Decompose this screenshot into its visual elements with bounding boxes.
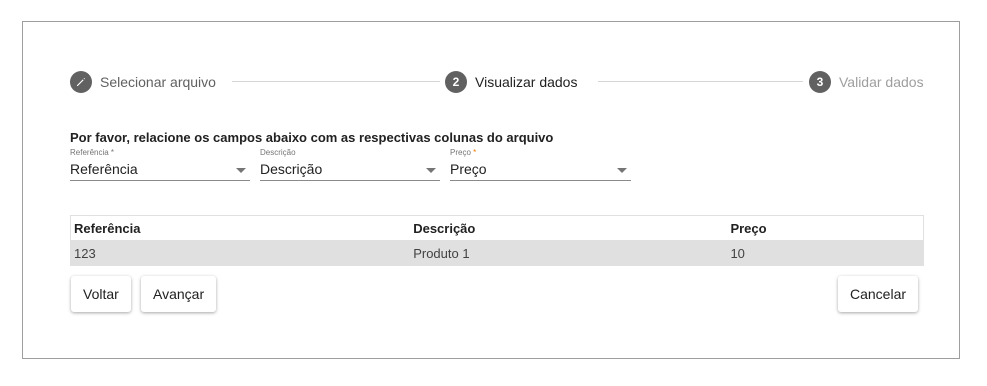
referencia-field: Referência * Referência bbox=[70, 148, 250, 181]
back-button[interactable]: Voltar bbox=[71, 276, 131, 312]
step-connector bbox=[232, 81, 440, 82]
field-label: Descrição bbox=[260, 148, 296, 157]
table-cell: 123 bbox=[74, 245, 96, 261]
table-header-row: Referência Descrição Preço bbox=[71, 216, 923, 241]
column-header: Descrição bbox=[413, 220, 476, 236]
step-connector bbox=[598, 81, 803, 82]
cancel-button[interactable]: Cancelar bbox=[838, 276, 919, 312]
step-preview-data: 2 Visualizar dados bbox=[445, 70, 577, 94]
next-button[interactable]: Avançar bbox=[141, 276, 217, 312]
step-validate-data: 3 Validar dados bbox=[809, 70, 924, 94]
preview-table: Referência Descrição Preço 123 Produto 1… bbox=[70, 215, 924, 266]
descricao-field: Descrição Descrição bbox=[260, 148, 440, 181]
stepper: Selecionar arquivo 2 Visualizar dados 3 … bbox=[70, 70, 925, 94]
dropdown-arrow-icon bbox=[236, 168, 246, 173]
field-label: Referência bbox=[70, 148, 109, 157]
column-header: Preço bbox=[730, 220, 767, 236]
field-label: Preço bbox=[450, 148, 471, 157]
table-cell: 10 bbox=[730, 245, 745, 261]
import-panel: Selecionar arquivo 2 Visualizar dados 3 … bbox=[22, 21, 960, 359]
table-cell: Produto 1 bbox=[413, 245, 470, 261]
pencil-icon bbox=[70, 71, 92, 93]
dropdown-arrow-icon bbox=[426, 168, 436, 173]
instruction-text: Por favor, relacione os campos abaixo co… bbox=[70, 130, 554, 145]
table-row: 123 Produto 1 10 bbox=[71, 241, 923, 265]
select-value: Descrição bbox=[260, 161, 323, 177]
step-number: 2 bbox=[445, 71, 467, 93]
select-value: Referência bbox=[70, 161, 138, 177]
referencia-select[interactable]: Referência bbox=[70, 161, 250, 181]
dropdown-arrow-icon bbox=[617, 168, 627, 173]
select-value: Preço bbox=[450, 161, 487, 177]
step-number: 3 bbox=[809, 71, 831, 93]
descricao-select[interactable]: Descrição bbox=[260, 161, 440, 181]
step-label: Validar dados bbox=[839, 74, 924, 90]
column-header: Referência bbox=[74, 220, 141, 236]
step-label: Selecionar arquivo bbox=[100, 74, 216, 90]
step-label: Visualizar dados bbox=[475, 74, 578, 90]
step-select-file: Selecionar arquivo bbox=[70, 70, 216, 94]
required-mark: * bbox=[110, 148, 115, 157]
required-mark: * bbox=[473, 148, 477, 157]
preco-field: Preço * Preço bbox=[450, 148, 631, 181]
preco-select[interactable]: Preço bbox=[450, 161, 631, 181]
